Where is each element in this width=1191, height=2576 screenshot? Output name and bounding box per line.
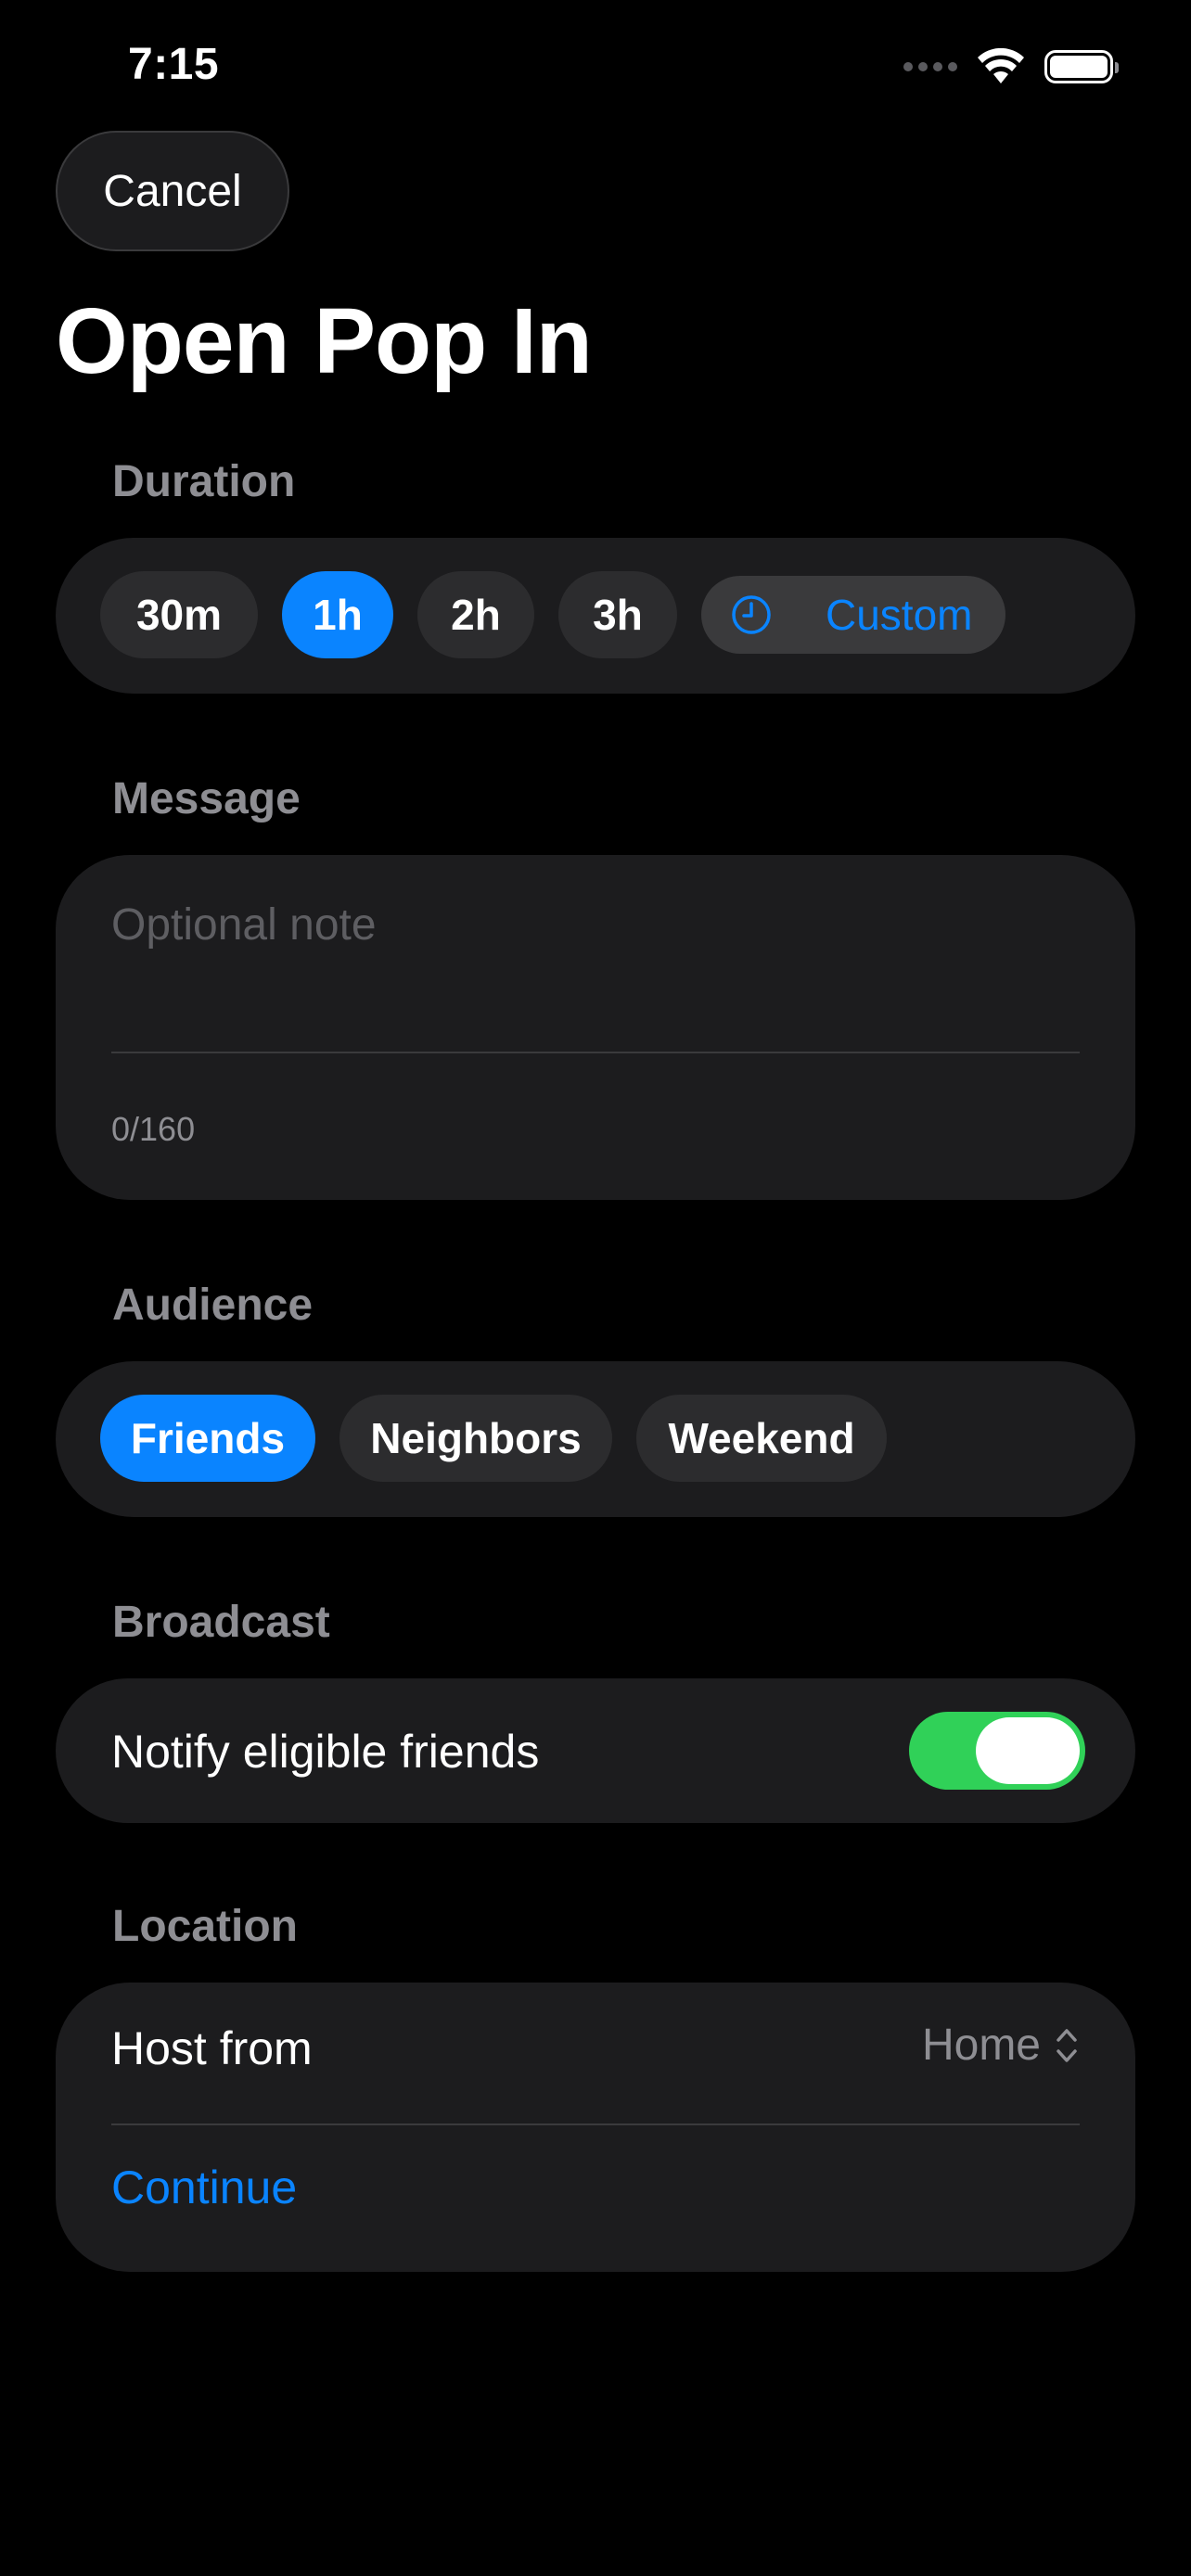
duration-section-label: Duration bbox=[112, 457, 296, 506]
status-icons bbox=[903, 46, 1119, 87]
audience-section-label: Audience bbox=[112, 1281, 314, 1330]
duration-chip-30m[interactable]: 30m bbox=[100, 571, 258, 658]
custom-duration-label: Custom bbox=[826, 591, 973, 639]
host-from-picker[interactable]: Home bbox=[922, 2020, 1080, 2071]
duration-chip-custom[interactable]: Custom bbox=[701, 576, 1006, 654]
cancel-button[interactable]: Cancel bbox=[56, 131, 289, 251]
wifi-icon bbox=[978, 48, 1024, 83]
message-underline bbox=[111, 1052, 1080, 1053]
page-title: Open Pop In bbox=[56, 289, 593, 393]
host-from-label: Host from bbox=[111, 2022, 313, 2074]
audience-options: Friends Neighbors Weekend bbox=[100, 1395, 887, 1482]
clock-icon bbox=[732, 595, 771, 634]
host-from-value: Home bbox=[921, 2021, 1041, 2070]
broadcast-section-label: Broadcast bbox=[112, 1598, 330, 1647]
continue-button[interactable]: Continue bbox=[111, 2161, 297, 2214]
duration-options: 30m 1h 2h 3h Custom bbox=[100, 571, 1006, 658]
location-section-label: Location bbox=[112, 1902, 298, 1951]
duration-chip-2h[interactable]: 2h bbox=[417, 571, 534, 658]
audience-chip-friends[interactable]: Friends bbox=[100, 1395, 315, 1482]
message-section-label: Message bbox=[112, 774, 301, 823]
cellular-signal-icon bbox=[903, 62, 957, 71]
audience-chip-weekend[interactable]: Weekend bbox=[636, 1395, 887, 1482]
status-time: 7:15 bbox=[128, 40, 220, 89]
notify-friends-label: Notify eligible friends bbox=[111, 1726, 540, 1778]
duration-card: 30m 1h 2h 3h Custom bbox=[56, 538, 1135, 694]
audience-chip-neighbors[interactable]: Neighbors bbox=[339, 1395, 612, 1482]
status-bar: 7:15 bbox=[0, 0, 1191, 130]
battery-icon bbox=[1044, 50, 1119, 83]
message-input[interactable]: Optional note bbox=[111, 899, 377, 950]
duration-chip-3h[interactable]: 3h bbox=[558, 571, 677, 658]
message-char-counter: 0/160 bbox=[111, 1110, 196, 1148]
chevron-up-down-icon bbox=[1057, 2028, 1077, 2062]
location-card: Host from Home Continue bbox=[56, 1983, 1135, 2272]
notify-friends-toggle[interactable] bbox=[909, 1712, 1085, 1790]
broadcast-card: Notify eligible friends bbox=[56, 1678, 1135, 1823]
audience-card: Friends Neighbors Weekend bbox=[56, 1361, 1135, 1517]
location-divider bbox=[111, 2123, 1080, 2125]
toggle-knob bbox=[976, 1717, 1080, 1784]
duration-chip-1h[interactable]: 1h bbox=[282, 571, 393, 658]
message-card: Optional note 0/160 bbox=[56, 855, 1135, 1200]
